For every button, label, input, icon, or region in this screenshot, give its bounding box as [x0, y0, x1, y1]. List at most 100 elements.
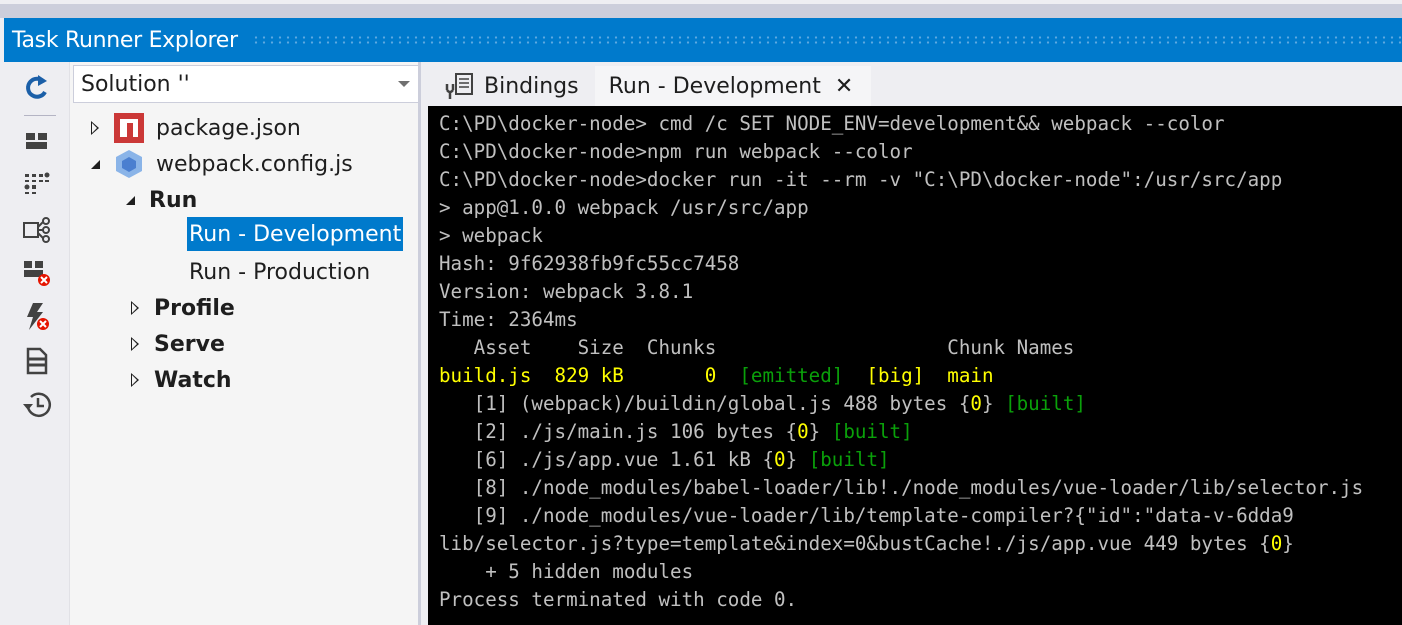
- console-text: C:\PD\docker-node> cmd /c SET NODE_ENV=d…: [439, 112, 1225, 135]
- refresh-icon: [24, 73, 50, 105]
- tree-item-label: Profile: [154, 295, 235, 321]
- console-text: [1] (webpack)/buildin/global.js 488 byte…: [439, 392, 971, 415]
- console-line: C:\PD\docker-node> cmd /c SET NODE_ENV=d…: [439, 110, 1402, 138]
- console-line: build.js 829 kB 0 [emitted] [big] main: [439, 362, 1402, 390]
- console-text: Hash: 9f62938fb9fc55cc7458: [439, 252, 740, 275]
- list-view-button[interactable]: [22, 171, 52, 201]
- bindings-tree-button[interactable]: [22, 217, 52, 247]
- tab-strip: Bindings Run - Development ✕: [424, 62, 1402, 106]
- bindings-icon: [23, 217, 51, 247]
- tree-item-profile[interactable]: Profile: [128, 292, 235, 324]
- console-line: Time: 2364ms: [439, 306, 1402, 334]
- solution-dropdown-value: Solution '': [81, 71, 190, 97]
- console-text: + 5 hidden modules: [439, 560, 694, 583]
- tree-item-label: Run: [149, 187, 198, 213]
- clear-bindings-button[interactable]: [22, 260, 52, 290]
- console-text: > app@1.0.0 webpack /usr/src/app: [439, 196, 809, 219]
- console-text: [2] ./js/main.js 106 bytes {: [439, 420, 798, 443]
- console-line: Process terminated with code 0.: [439, 586, 1402, 614]
- console-line: [6] ./js/app.vue 1.61 kB {0} [built]: [439, 446, 1402, 474]
- console-text: }: [785, 448, 809, 471]
- tab-label: Run - Development: [608, 73, 821, 99]
- tree-item-label: package.json: [156, 115, 301, 141]
- console-line: [2] ./js/main.js 106 bytes {0} [built]: [439, 418, 1402, 446]
- clear-task-output-button[interactable]: [22, 302, 52, 336]
- console-line: Hash: 9f62938fb9fc55cc7458: [439, 250, 1402, 278]
- tab-run-development[interactable]: Run - Development ✕: [594, 66, 872, 106]
- tree-item-run-production[interactable]: Run - Production: [189, 256, 370, 288]
- clear-bindings-icon: [23, 259, 51, 291]
- tree-item-serve[interactable]: Serve: [128, 328, 225, 360]
- console-text: 0: [1270, 532, 1283, 555]
- console-line: [8] ./node_modules/babel-loader/lib!./no…: [439, 474, 1402, 502]
- expand-arrow-icon[interactable]: [128, 373, 142, 387]
- console-line: [1] (webpack)/buildin/global.js 488 byte…: [439, 390, 1402, 418]
- tree-item-label: webpack.config.js: [156, 151, 353, 177]
- console-line: > app@1.0.0 webpack /usr/src/app: [439, 194, 1402, 222]
- console-text: build.js 829 kB 0: [439, 364, 740, 387]
- console-line: Version: webpack 3.8.1: [439, 278, 1402, 306]
- console-line: lib/selector.js?type=template&index=0&bu…: [439, 530, 1402, 558]
- console-text: C:\PD\docker-node>docker run -it --rm -v…: [439, 168, 1283, 191]
- tab-label: Bindings: [484, 73, 579, 99]
- tab-bindings[interactable]: Bindings: [424, 66, 591, 106]
- console-line: > webpack: [439, 222, 1402, 250]
- chevron-down-icon[interactable]: [398, 81, 410, 87]
- tree-item-label: Run - Production: [189, 259, 371, 285]
- console-text: Time: 2364ms: [439, 308, 578, 331]
- lightning-error-icon: [23, 302, 51, 336]
- output-panel: Bindings Run - Development ✕ C:\PD\docke…: [424, 62, 1402, 625]
- console-text: [built]: [831, 420, 913, 443]
- expand-arrow-icon[interactable]: [88, 121, 102, 135]
- window-title: Task Runner Explorer: [12, 27, 238, 53]
- console-text: 0: [774, 448, 786, 471]
- expand-arrow-icon[interactable]: [128, 301, 142, 315]
- bindings-tab-icon: [444, 72, 474, 100]
- tree-item-label: Watch: [154, 367, 232, 393]
- group-tasks-button[interactable]: [22, 128, 52, 158]
- collapse-arrow-icon[interactable]: [88, 157, 102, 171]
- tree-item-label: Run - Development: [189, 221, 402, 247]
- console-text: [emitted]: [739, 364, 844, 387]
- console-output[interactable]: C:\PD\docker-node> cmd /c SET NODE_ENV=d…: [428, 106, 1402, 625]
- console-text: [big] main: [843, 364, 994, 387]
- console-text: [9] ./node_modules/vue-loader/lib/templa…: [439, 504, 1294, 527]
- drag-grip[interactable]: [251, 35, 1402, 45]
- console-line: C:\PD\docker-node>docker run -it --rm -v…: [439, 166, 1402, 194]
- tree-item-run-development[interactable]: Run - Development: [187, 217, 404, 251]
- close-icon[interactable]: ✕: [835, 74, 853, 99]
- console-text: > webpack: [439, 224, 543, 247]
- console-line: + 5 hidden modules: [439, 558, 1402, 586]
- refresh-button[interactable]: [22, 74, 52, 104]
- tree-item-watch[interactable]: Watch: [128, 364, 232, 396]
- task-tree-panel: Solution '' package.json webpack.config.…: [70, 62, 421, 625]
- document-icon: [26, 347, 48, 379]
- expand-arrow-icon[interactable]: [128, 337, 142, 351]
- console-text: }: [1282, 532, 1294, 555]
- history-button[interactable]: [22, 392, 52, 422]
- collapse-arrow-icon[interactable]: [123, 193, 137, 207]
- output-button[interactable]: [22, 347, 52, 379]
- solution-dropdown[interactable]: Solution '': [73, 65, 419, 103]
- console-text: [built]: [808, 448, 890, 471]
- console-text: lib/selector.js?type=template&index=0&bu…: [439, 532, 1271, 555]
- console-text: [8] ./node_modules/babel-loader/lib!./no…: [439, 476, 1364, 499]
- toolbar-separator: [24, 115, 56, 116]
- list-view-icon: [24, 171, 50, 201]
- console-text: [6] ./js/app.vue 1.61 kB {: [439, 448, 775, 471]
- tree-item-run[interactable]: Run: [123, 184, 197, 216]
- console-text: Version: webpack 3.8.1: [439, 280, 694, 303]
- title-bar[interactable]: Task Runner Explorer: [4, 18, 1402, 62]
- webpack-icon: [114, 149, 144, 179]
- console-text: Asset Size Chunks Chunk Names: [439, 336, 1075, 359]
- tree-item-label: Serve: [154, 331, 225, 357]
- console-text: [built]: [1005, 392, 1086, 415]
- console-text: }: [981, 392, 1006, 415]
- console-text: 0: [797, 420, 809, 443]
- tree-item-package-json[interactable]: package.json: [88, 112, 301, 144]
- console-line: Asset Size Chunks Chunk Names: [439, 334, 1402, 362]
- history-icon: [22, 391, 52, 423]
- group-icon: [25, 130, 49, 156]
- console-text: C:\PD\docker-node>npm run webpack --colo…: [439, 140, 913, 163]
- tree-item-webpack-config[interactable]: webpack.config.js: [88, 148, 353, 180]
